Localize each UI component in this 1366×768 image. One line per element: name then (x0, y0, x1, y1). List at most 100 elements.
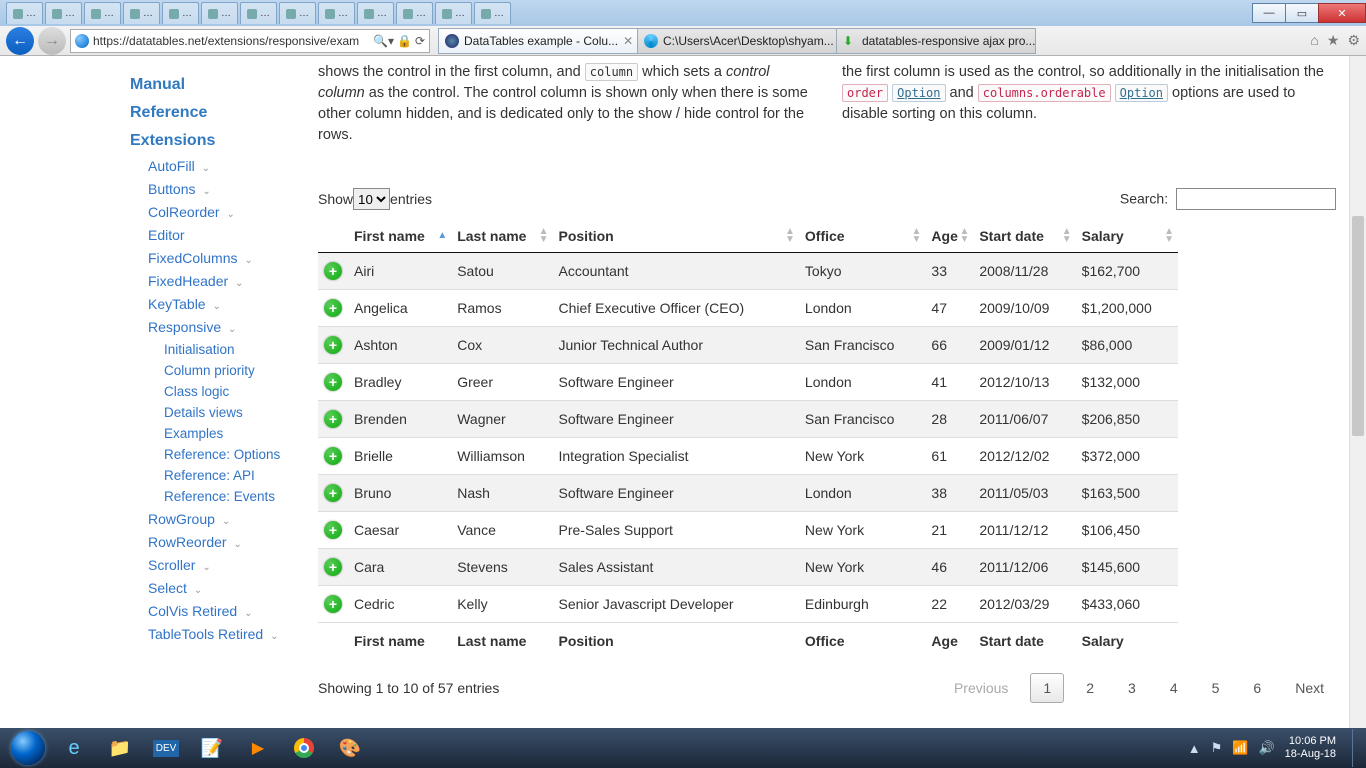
expand-row-button[interactable]: + (324, 595, 342, 613)
taskbar-ie[interactable]: e (52, 731, 96, 765)
col-header[interactable]: Age▲▼ (925, 220, 973, 253)
address-bar[interactable]: 🔍▾ 🔒 ⟳ (70, 29, 430, 53)
bg-tab[interactable]: … (84, 2, 121, 24)
expand-row-button[interactable]: + (324, 299, 342, 317)
url-input[interactable] (93, 34, 369, 48)
sidebar-subitem[interactable]: Column priority (164, 363, 290, 378)
code-link-option[interactable]: Option (1115, 84, 1168, 102)
bg-tab[interactable]: … (435, 2, 472, 24)
expand-row-button[interactable]: + (324, 262, 342, 280)
start-button[interactable] (6, 731, 50, 765)
tab-local-file[interactable]: C:\Users\Acer\Desktop\shyam... (637, 28, 837, 54)
home-icon[interactable]: ⌂ (1310, 32, 1318, 49)
sidebar-item-keytable[interactable]: KeyTable ⌄ (148, 296, 290, 312)
code-link-option[interactable]: Option (892, 84, 945, 102)
sidebar-item-responsive[interactable]: Responsive ⌄ (148, 319, 290, 335)
window-minimize-button[interactable]: — (1252, 3, 1286, 23)
sidebar-item-rowgroup[interactable]: RowGroup ⌄ (148, 511, 290, 527)
tools-icon[interactable]: ⚙ (1347, 32, 1360, 49)
taskbar-chrome[interactable] (282, 731, 326, 765)
window-maximize-button[interactable]: ▭ (1285, 3, 1319, 23)
show-desktop-button[interactable] (1352, 729, 1360, 767)
page-5[interactable]: 5 (1200, 674, 1232, 702)
bg-tab[interactable]: … (357, 2, 394, 24)
sidebar-link-reference[interactable]: Reference (130, 104, 290, 122)
sidebar-item-fixedcolumns[interactable]: FixedColumns ⌄ (148, 250, 290, 266)
col-header[interactable]: Last name▲▼ (451, 220, 552, 253)
tab-datatables[interactable]: DataTables example - Colu... ✕ (438, 28, 638, 54)
taskbar-dev[interactable]: DEV (144, 731, 188, 765)
sidebar-item-autofill[interactable]: AutoFill ⌄ (148, 158, 290, 174)
bg-tab[interactable]: … (45, 2, 82, 24)
expand-row-button[interactable]: + (324, 558, 342, 576)
bg-tab[interactable]: … (396, 2, 433, 24)
expand-row-button[interactable]: + (324, 336, 342, 354)
bg-tab[interactable]: … (279, 2, 316, 24)
tab-close-icon[interactable]: ✕ (623, 34, 633, 48)
expand-row-button[interactable]: + (324, 447, 342, 465)
search-input[interactable] (1176, 188, 1336, 210)
sidebar-item-scroller[interactable]: Scroller ⌄ (148, 557, 290, 573)
search-dropdown-icon[interactable]: 🔍▾ (373, 34, 394, 48)
sidebar-item-fixedheader[interactable]: FixedHeader ⌄ (148, 273, 290, 289)
bg-tab[interactable]: … (201, 2, 238, 24)
bg-tab[interactable]: … (6, 2, 43, 24)
sidebar-subitem[interactable]: Initialisation (164, 342, 290, 357)
sidebar-item-colvis-retired[interactable]: ColVis Retired ⌄ (148, 603, 290, 619)
tray-network-icon[interactable]: 📶 (1232, 740, 1248, 756)
sidebar-item-tabletools-retired[interactable]: TableTools Retired ⌄ (148, 626, 290, 642)
sidebar-subitem[interactable]: Reference: Options (164, 447, 290, 462)
expand-row-button[interactable]: + (324, 373, 342, 391)
tab-download[interactable]: ⬇ datatables-responsive ajax pro... (836, 28, 1036, 54)
sidebar-subitem[interactable]: Reference: API (164, 468, 290, 483)
page-4[interactable]: 4 (1158, 674, 1190, 702)
back-button[interactable]: ← (6, 27, 34, 55)
expand-row-button[interactable]: + (324, 484, 342, 502)
page-1[interactable]: 1 (1030, 673, 1064, 703)
sidebar-item-select[interactable]: Select ⌄ (148, 580, 290, 596)
taskbar-explorer[interactable]: 📁 (98, 731, 142, 765)
taskbar-paint[interactable]: 🎨 (328, 731, 372, 765)
expand-row-button[interactable]: + (324, 410, 342, 428)
col-header[interactable]: Office▲▼ (799, 220, 926, 253)
page-3[interactable]: 3 (1116, 674, 1148, 702)
tray-show-hidden-icon[interactable]: ▲ (1188, 741, 1201, 756)
bg-tab[interactable]: … (240, 2, 277, 24)
bg-tab[interactable]: … (123, 2, 160, 24)
window-close-button[interactable]: ✕ (1318, 3, 1366, 23)
sidebar-subitem[interactable]: Details views (164, 405, 290, 420)
bg-tab[interactable]: … (474, 2, 511, 24)
code-link-columns-orderable[interactable]: columns.orderable (978, 84, 1111, 102)
scrollbar-thumb[interactable] (1352, 216, 1364, 436)
taskbar-notepad[interactable]: 📝 (190, 731, 234, 765)
page-next[interactable]: Next (1283, 674, 1336, 702)
length-select[interactable]: 10 (353, 188, 390, 210)
sidebar-item-editor[interactable]: Editor (148, 227, 290, 243)
page-6[interactable]: 6 (1241, 674, 1273, 702)
sidebar-item-colreorder[interactable]: ColReorder ⌄ (148, 204, 290, 220)
page-prev[interactable]: Previous (942, 674, 1020, 702)
sidebar-subitem[interactable]: Examples (164, 426, 290, 441)
code-link-order[interactable]: order (842, 84, 888, 102)
col-header[interactable]: First name▲ (348, 220, 451, 253)
page-2[interactable]: 2 (1074, 674, 1106, 702)
col-header[interactable]: Salary▲▼ (1076, 220, 1178, 253)
favorites-icon[interactable]: ★ (1327, 32, 1340, 49)
page-scrollbar[interactable] (1349, 56, 1366, 731)
sidebar-link-manual[interactable]: Manual (130, 76, 290, 94)
col-header[interactable]: Position▲▼ (553, 220, 799, 253)
sidebar-item-rowreorder[interactable]: RowReorder ⌄ (148, 534, 290, 550)
sidebar-heading-extensions[interactable]: Extensions (130, 132, 290, 150)
sidebar-item-buttons[interactable]: Buttons ⌄ (148, 181, 290, 197)
bg-tab[interactable]: … (162, 2, 199, 24)
taskbar-media[interactable]: ▶ (236, 731, 280, 765)
sidebar-subitem[interactable]: Class logic (164, 384, 290, 399)
tray-flag-icon[interactable]: ⚑ (1211, 740, 1223, 756)
expand-row-button[interactable]: + (324, 521, 342, 539)
bg-tab[interactable]: … (318, 2, 355, 24)
tray-volume-icon[interactable]: 🔊 (1258, 740, 1274, 756)
forward-button[interactable]: → (38, 27, 66, 55)
taskbar-clock[interactable]: 10:06 PM 18-Aug-18 (1285, 735, 1342, 761)
sidebar-subitem[interactable]: Reference: Events (164, 489, 290, 504)
col-header[interactable]: Start date▲▼ (973, 220, 1075, 253)
